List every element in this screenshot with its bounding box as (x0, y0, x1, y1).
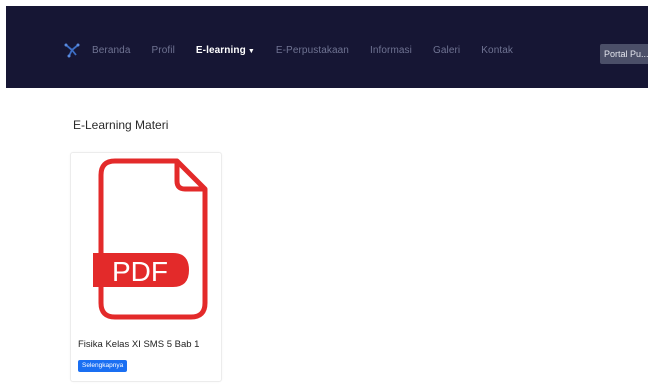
pdf-file-icon[interactable]: PDF (85, 157, 209, 323)
network-logo-icon[interactable] (64, 42, 80, 58)
view-more-button[interactable]: Selengkapnya (78, 360, 128, 372)
nav-link-beranda[interactable]: Beranda (92, 45, 131, 56)
top-navbar: Beranda Profil E-learning ▼ E-Perpustakaa… (6, 6, 648, 88)
portal-login-button[interactable]: Portal Pu... (600, 44, 648, 64)
nav-link-profil[interactable]: Profil (152, 45, 175, 56)
main-nav: Beranda Profil E-learning ▼ E-Perpustakaa… (64, 39, 534, 61)
material-card: PDF Fisika Kelas XI SMS 5 Bab 1 Selengka… (70, 152, 222, 382)
caret-down-icon: ▼ (247, 47, 255, 55)
page-title: E-Learning Materi (73, 118, 169, 132)
nav-link-galeri[interactable]: Galeri (433, 45, 460, 56)
nav-link-informasi[interactable]: Informasi (370, 45, 412, 56)
pdf-icon-label: PDF (112, 256, 168, 287)
material-title[interactable]: Fisika Kelas XI SMS 5 Bab 1 (78, 339, 199, 350)
nav-link-elearning-label: E-learning (195, 44, 246, 56)
nav-link-elearning[interactable]: E-learning ▼ (196, 45, 255, 56)
nav-link-eperpustakaan[interactable]: E-Perpustakaan (276, 45, 349, 56)
nav-link-kontak[interactable]: Kontak (481, 45, 513, 56)
